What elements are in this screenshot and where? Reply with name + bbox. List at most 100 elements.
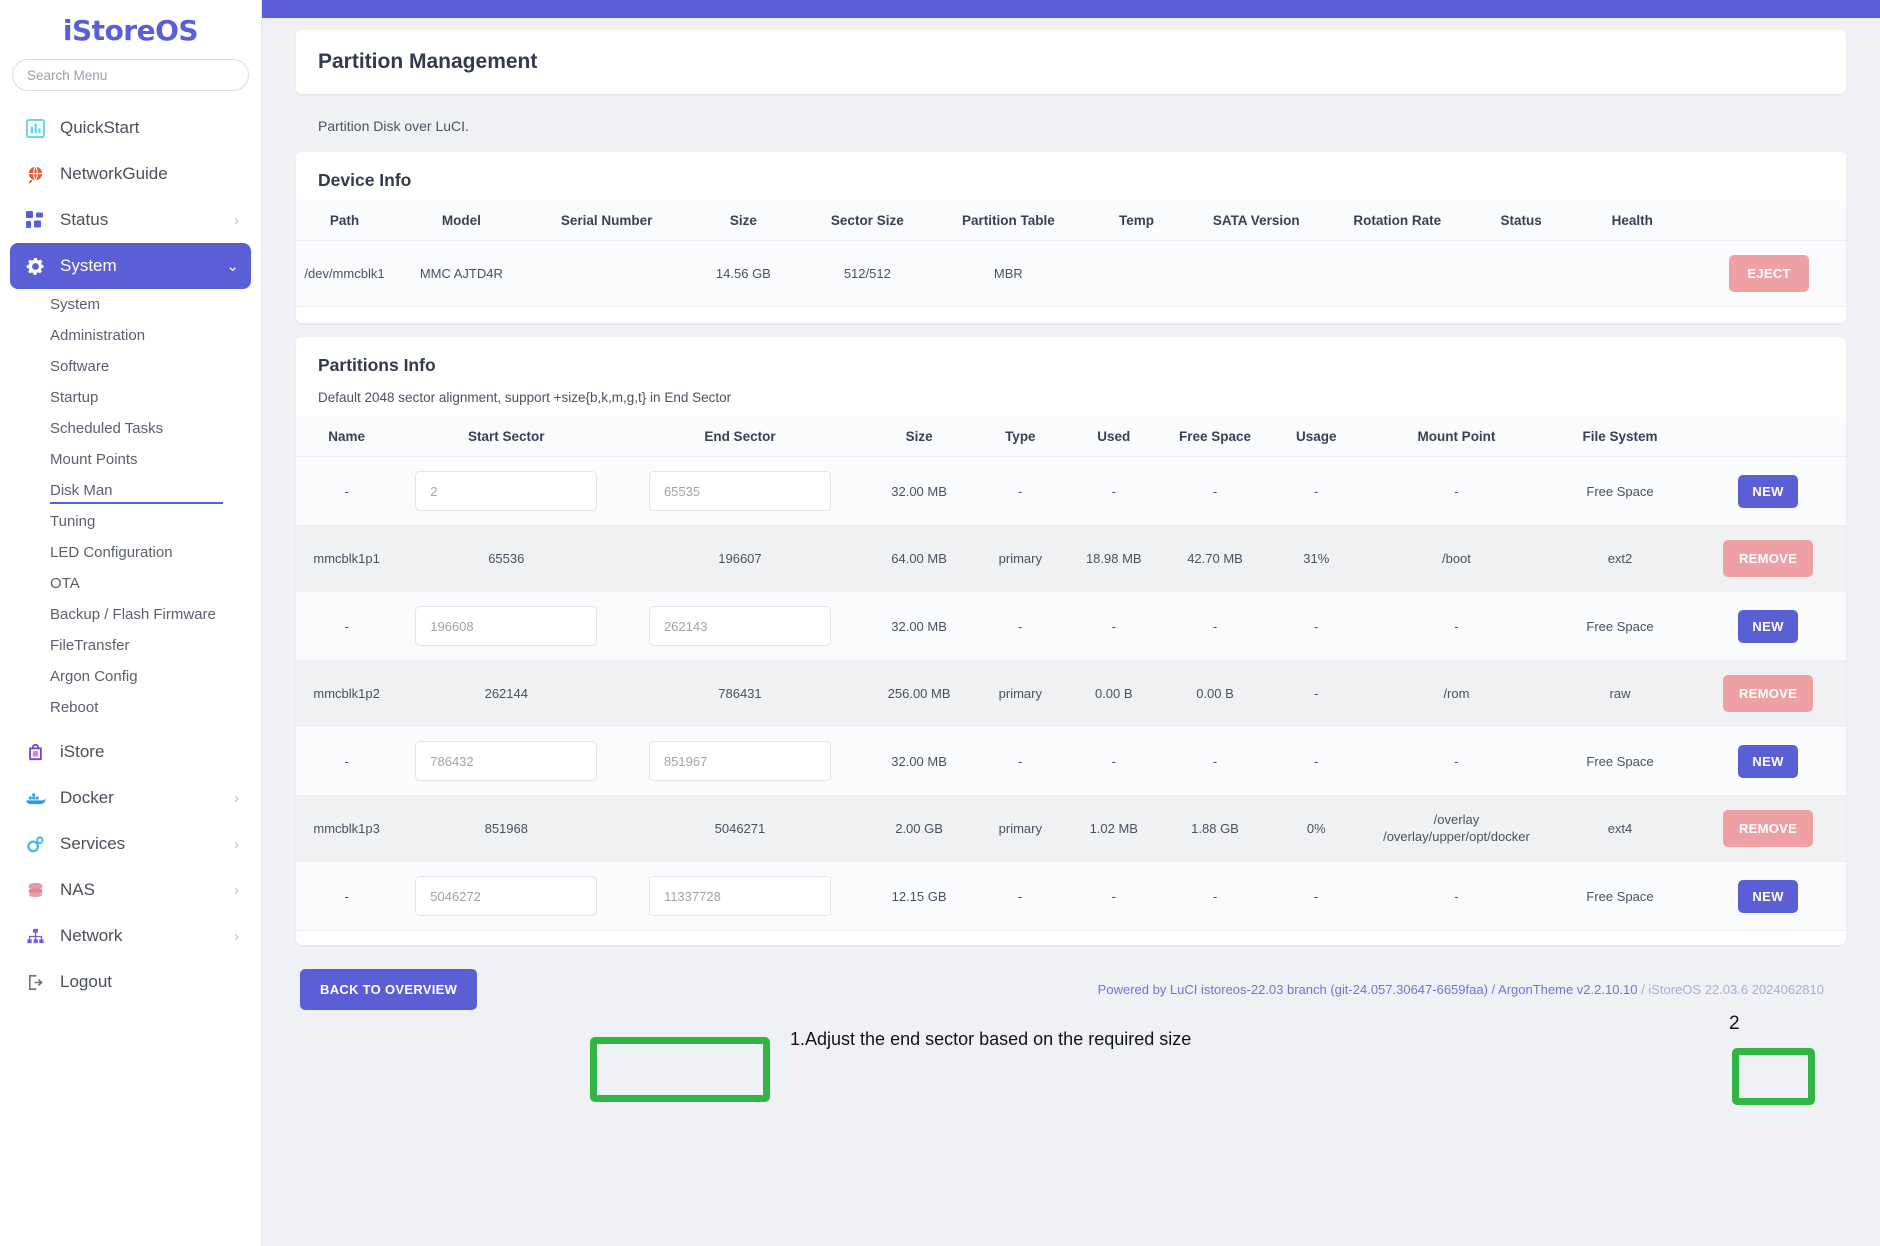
start-sector-input[interactable] <box>415 876 598 916</box>
cell-model: MMC AJTD4R <box>392 240 530 307</box>
cell-used: - <box>1067 456 1161 526</box>
sidebar-item-network[interactable]: Network › <box>10 913 251 959</box>
partitions-info-title: Partitions Info <box>318 355 436 375</box>
page-title: Partition Management <box>318 50 538 73</box>
cell-action: REMOVE <box>1690 525 1846 592</box>
back-to-overview-button[interactable]: BACK TO OVERVIEW <box>300 969 478 1010</box>
gears-icon <box>22 833 48 855</box>
new-partition-button[interactable]: NEW <box>1738 744 1798 778</box>
page-header-card: Partition Management <box>296 30 1846 94</box>
cell-type: primary <box>973 525 1068 592</box>
cell-file-system: ext2 <box>1549 525 1691 592</box>
annotation-step2-number: 2 <box>1729 1013 1740 1034</box>
bag-icon <box>22 741 48 763</box>
col-partition-table: Partition Table <box>931 201 1086 241</box>
sidebar-item-label: iStore <box>60 742 105 761</box>
sidebar-item-argon-config[interactable]: Argon Config <box>10 661 251 692</box>
sidebar-item-label: Network <box>60 926 123 945</box>
new-partition-button[interactable]: NEW <box>1738 474 1798 508</box>
cell-action: NEW <box>1690 456 1846 526</box>
col-free-space: Free Space <box>1160 417 1270 457</box>
sidebar-item-label: QuickStart <box>60 118 140 137</box>
cell-sata-version <box>1187 240 1325 307</box>
chevron-right-icon: › <box>234 881 239 899</box>
cell-type: - <box>973 861 1068 931</box>
cell-serial-number <box>529 240 684 307</box>
cell-mount-point: /rom <box>1362 660 1550 727</box>
table-row: mmcblk1p2 262144 786431 256.00 MB primar… <box>296 660 1846 727</box>
cell-size: 14.56 GB <box>683 240 804 307</box>
sidebar-item-ota[interactable]: OTA <box>10 568 251 599</box>
sidebar-item-networkguide[interactable]: NetworkGuide <box>10 151 251 197</box>
cell-temp <box>1085 240 1188 307</box>
eject-button[interactable]: EJECT <box>1729 255 1809 292</box>
sidebar-item-quickstart[interactable]: QuickStart <box>10 105 251 151</box>
end-sector-input[interactable] <box>648 741 831 781</box>
cell-start-sector: 262144 <box>397 660 616 727</box>
cell-rotation-rate <box>1324 240 1470 307</box>
powered-by-note: Powered by LuCI istoreos-22.03 branch (g… <box>1098 982 1824 997</box>
cell-used: - <box>1067 726 1161 796</box>
sidebar-item-logout[interactable]: Logout <box>10 959 251 1005</box>
cell-file-system: Free Space <box>1549 726 1691 796</box>
sidebar-subnav: System Administration Software Startup S… <box>0 289 261 723</box>
col-temp: Temp <box>1085 201 1188 241</box>
sidebar-item-nas[interactable]: NAS › <box>10 867 251 913</box>
content: Partition Management Partition Disk over… <box>278 18 1864 1026</box>
table-header-row: Path Model Serial Number Size Sector Siz… <box>296 201 1846 241</box>
cell-free-space: - <box>1160 861 1270 931</box>
end-sector-input[interactable] <box>648 471 831 511</box>
sidebar-item-software[interactable]: Software <box>10 351 251 382</box>
sidebar-item-system[interactable]: System ⌄ <box>10 243 251 289</box>
sidebar-item-disk-man[interactable]: Disk Man <box>10 475 251 506</box>
end-sector-input-highlighted[interactable] <box>648 876 831 916</box>
sidebar-item-docker[interactable]: Docker › <box>10 775 251 821</box>
cell-end-sector <box>615 861 865 931</box>
cell-name: - <box>296 591 398 661</box>
cell-file-system: Free Space <box>1549 861 1691 931</box>
sidebar-item-led-configuration[interactable]: LED Configuration <box>10 537 251 568</box>
sidebar-item-scheduled-tasks[interactable]: Scheduled Tasks <box>10 413 251 444</box>
powered-by-main: Powered by LuCI istoreos-22.03 branch (g… <box>1097 982 1638 997</box>
sidebar-item-status[interactable]: Status › <box>10 197 251 243</box>
search-input[interactable] <box>12 59 249 91</box>
sidebar-item-system-sub[interactable]: System <box>10 289 251 320</box>
new-partition-button-highlighted[interactable]: NEW <box>1738 879 1798 913</box>
sidebar-item-reboot[interactable]: Reboot <box>10 692 251 723</box>
sidebar-item-mount-points[interactable]: Mount Points <box>10 444 251 475</box>
cell-size: 32.00 MB <box>864 591 974 661</box>
remove-partition-button[interactable]: REMOVE <box>1722 675 1814 712</box>
remove-partition-button[interactable]: REMOVE <box>1722 810 1814 847</box>
cell-mount-point: - <box>1362 591 1550 661</box>
remove-partition-button[interactable]: REMOVE <box>1722 540 1814 577</box>
sidebar-item-istore[interactable]: iStore <box>10 729 251 775</box>
sidebar-item-administration[interactable]: Administration <box>10 320 251 351</box>
search-container <box>0 59 261 99</box>
sidebar-item-tuning[interactable]: Tuning <box>10 506 251 537</box>
start-sector-input[interactable] <box>415 741 598 781</box>
start-sector-input[interactable] <box>415 471 598 511</box>
cell-size: 2.00 GB <box>864 795 974 862</box>
cell-free-space: 42.70 MB <box>1160 525 1270 592</box>
end-sector-input[interactable] <box>648 606 831 646</box>
sidebar-item-backup-flash-firmware[interactable]: Backup / Flash Firmware <box>10 599 251 630</box>
col-start-sector: Start Sector <box>397 417 616 457</box>
cell-type: - <box>973 591 1068 661</box>
cell-usage: - <box>1269 591 1363 661</box>
cell-end-sector: 5046271 <box>615 795 865 862</box>
new-partition-button[interactable]: NEW <box>1738 609 1798 643</box>
cell-action: REMOVE <box>1690 795 1846 862</box>
sidebar-item-filetransfer[interactable]: FileTransfer <box>10 630 251 661</box>
annotation-step1-text: 1.Adjust the end sector based on the req… <box>790 1029 1192 1049</box>
cell-end-sector: 786431 <box>615 660 865 727</box>
sidebar-item-startup[interactable]: Startup <box>10 382 251 413</box>
start-sector-input[interactable] <box>415 606 598 646</box>
cell-start-sector <box>397 456 616 526</box>
cell-mount-point: - <box>1362 726 1550 796</box>
cell-action: NEW <box>1690 591 1846 661</box>
table-row: mmcblk1p3 851968 5046271 2.00 GB primary… <box>296 795 1846 862</box>
sidebar-item-services[interactable]: Services › <box>10 821 251 867</box>
cell-usage: - <box>1269 861 1363 931</box>
main-area: Partition Management Partition Disk over… <box>262 0 1880 1246</box>
cell-mount-point: /boot <box>1362 525 1550 592</box>
